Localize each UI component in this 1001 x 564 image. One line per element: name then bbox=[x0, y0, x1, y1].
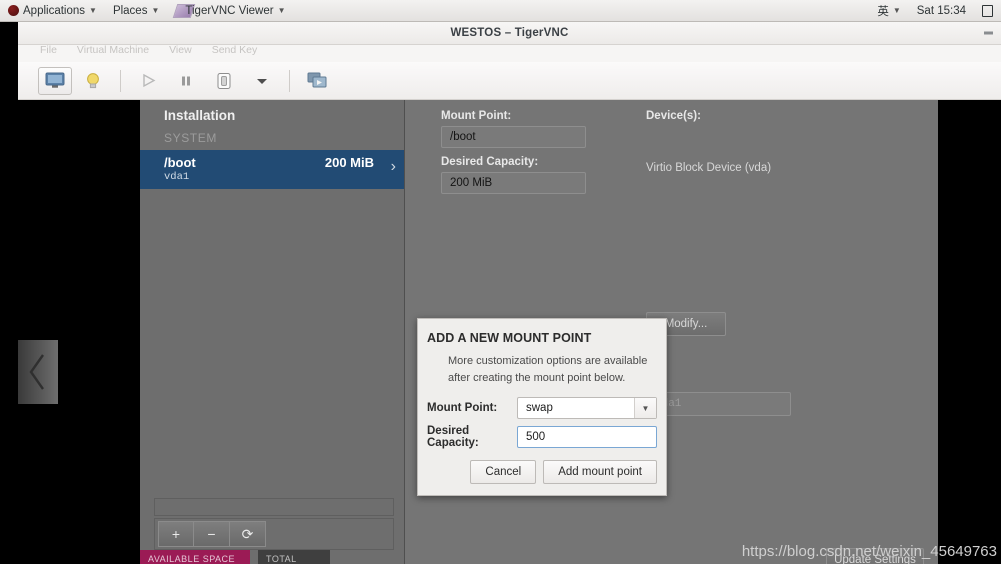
add-mount-point-confirm-button[interactable]: Add mount point bbox=[543, 460, 657, 484]
play-icon[interactable] bbox=[131, 67, 165, 95]
minimize-button[interactable] bbox=[984, 31, 993, 35]
device-description: Virtio Block Device (vda) bbox=[646, 162, 772, 174]
available-space-label: AVAILABLE SPACE bbox=[148, 554, 236, 564]
mount-point-field[interactable]: /boot bbox=[441, 126, 586, 148]
label-field[interactable]: vda1 bbox=[646, 392, 791, 416]
dialog-desired-capacity-label: Desired Capacity: bbox=[427, 425, 479, 449]
monitor-icon[interactable] bbox=[38, 66, 72, 95]
chevron-down-icon: ▼ bbox=[151, 5, 160, 15]
chevron-down-icon: ▼ bbox=[89, 5, 97, 15]
pause-icon[interactable] bbox=[169, 67, 203, 95]
system-status-menu[interactable] bbox=[974, 0, 1001, 22]
mount-row-top: /boot 200 MiB bbox=[164, 155, 394, 170]
toolbar-separator bbox=[120, 69, 121, 92]
dialog-desired-capacity-row: Desired Capacity: 500 bbox=[418, 425, 666, 449]
panel-left-group: Applications ▼ Places ▼ TigerVNC Viewer … bbox=[0, 0, 294, 22]
mount-point-size: 200 MiB bbox=[324, 155, 374, 170]
dialog-mount-point-label: Mount Point: bbox=[427, 402, 498, 414]
mount-point-name: /boot bbox=[164, 155, 196, 170]
window-title: WESTOS – TigerVNC bbox=[450, 27, 569, 39]
gnome-top-panel: Applications ▼ Places ▼ TigerVNC Viewer … bbox=[0, 0, 1001, 22]
chevron-right-icon: › bbox=[390, 158, 396, 175]
page-title: Installation bbox=[164, 108, 236, 123]
tigervnc-app-menu[interactable]: TigerVNC Viewer ▼ bbox=[167, 0, 293, 22]
menu-virtual-machine[interactable]: Virtual Machine bbox=[77, 45, 149, 56]
panel-right-group: 英 ▼ Sat 15:34 bbox=[869, 0, 1001, 22]
total-space-label: TOTAL SPACE bbox=[266, 554, 297, 564]
vnc-framebuffer[interactable]: Installation SYSTEM /boot 200 MiB vda1 ›… bbox=[18, 100, 1001, 564]
desired-capacity-field[interactable]: 200 MiB bbox=[441, 172, 586, 194]
fedora-logo-icon bbox=[8, 5, 19, 16]
space-summary: AVAILABLE SPACE 10039.97 MiB TOTAL SPACE… bbox=[140, 550, 330, 564]
input-method-label: 英 bbox=[877, 5, 889, 18]
places-menu[interactable]: Places ▼ bbox=[105, 0, 167, 22]
mount-point-device: vda1 bbox=[164, 171, 190, 183]
back-chevron-icon[interactable] bbox=[18, 340, 58, 404]
chevron-down-icon: ▼ bbox=[892, 5, 901, 15]
mount-list-toolbar: + − ⟳ bbox=[154, 518, 394, 550]
mount-point-list-panel: Installation SYSTEM /boot 200 MiB vda1 ›… bbox=[140, 100, 405, 564]
cancel-button[interactable]: Cancel bbox=[470, 460, 537, 484]
applications-menu-label: Applications bbox=[23, 4, 86, 17]
dialog-description: More customization options are available… bbox=[448, 355, 648, 384]
menu-send-key[interactable]: Send Key bbox=[212, 45, 258, 56]
dialog-desired-capacity-input[interactable]: 500 bbox=[517, 426, 657, 448]
mount-point-label: Mount Point: bbox=[441, 110, 512, 122]
menu-file[interactable]: File bbox=[40, 45, 57, 56]
tigervnc-window: WESTOS – TigerVNC File Virtual Machine V… bbox=[18, 22, 1001, 564]
chevron-down-icon[interactable]: ▼ bbox=[634, 398, 656, 418]
menu-view[interactable]: View bbox=[169, 45, 192, 56]
clock-label: Sat 15:34 bbox=[916, 4, 966, 17]
available-space-box: AVAILABLE SPACE 10039.97 MiB bbox=[140, 550, 250, 564]
dialog-mount-point-combobox[interactable]: swap ▼ bbox=[517, 397, 657, 419]
input-method-indicator[interactable]: 英 ▼ bbox=[869, 0, 908, 22]
tigervnc-app-label: TigerVNC Viewer bbox=[185, 4, 274, 17]
letterbox-left bbox=[18, 100, 140, 564]
list-item[interactable]: /boot 200 MiB vda1 › bbox=[140, 150, 404, 189]
vnc-menubar: File Virtual Machine View Send Key bbox=[18, 45, 1001, 62]
remove-mount-point-button[interactable]: − bbox=[194, 521, 230, 547]
dialog-button-row: Cancel Add mount point bbox=[470, 460, 657, 484]
clock[interactable]: Sat 15:34 bbox=[909, 0, 974, 22]
refresh-button[interactable]: ⟳ bbox=[230, 521, 266, 547]
dialog-title: ADD A NEW MOUNT POINT bbox=[427, 331, 592, 345]
screens-icon[interactable] bbox=[300, 67, 334, 95]
lightbulb-icon[interactable] bbox=[76, 67, 110, 95]
anaconda-manual-partitioning-screen: Installation SYSTEM /boot 200 MiB vda1 ›… bbox=[18, 100, 1001, 564]
places-menu-label: Places bbox=[112, 4, 148, 17]
chevron-down-icon: ▼ bbox=[277, 5, 286, 15]
window-square-icon bbox=[982, 4, 993, 17]
letterbox-right bbox=[938, 100, 1001, 564]
group-header-system: SYSTEM bbox=[164, 131, 217, 145]
applications-menu[interactable]: Applications ▼ bbox=[0, 0, 105, 22]
vnc-titlebar[interactable]: WESTOS – TigerVNC bbox=[18, 22, 1001, 45]
watermark: https://blog.csdn.net/weixin_45649763 bbox=[741, 543, 997, 560]
desired-capacity-label: Desired Capacity: bbox=[441, 156, 539, 168]
dialog-mount-point-value: swap bbox=[526, 402, 553, 414]
vnc-toolbar bbox=[18, 62, 1001, 100]
dialog-mount-point-row: Mount Point: swap ▼ bbox=[418, 397, 666, 419]
add-mount-point-button[interactable]: + bbox=[158, 521, 194, 547]
chevron-down-icon[interactable] bbox=[245, 67, 279, 95]
devices-label: Device(s): bbox=[646, 110, 701, 122]
usb-device-icon[interactable] bbox=[207, 67, 241, 95]
add-mount-point-dialog: ADD A NEW MOUNT POINT More customization… bbox=[417, 318, 667, 496]
list-scroll-frame bbox=[154, 498, 394, 516]
toolbar-separator bbox=[289, 69, 290, 92]
total-space-box: TOTAL SPACE 10 GiB bbox=[258, 550, 330, 564]
